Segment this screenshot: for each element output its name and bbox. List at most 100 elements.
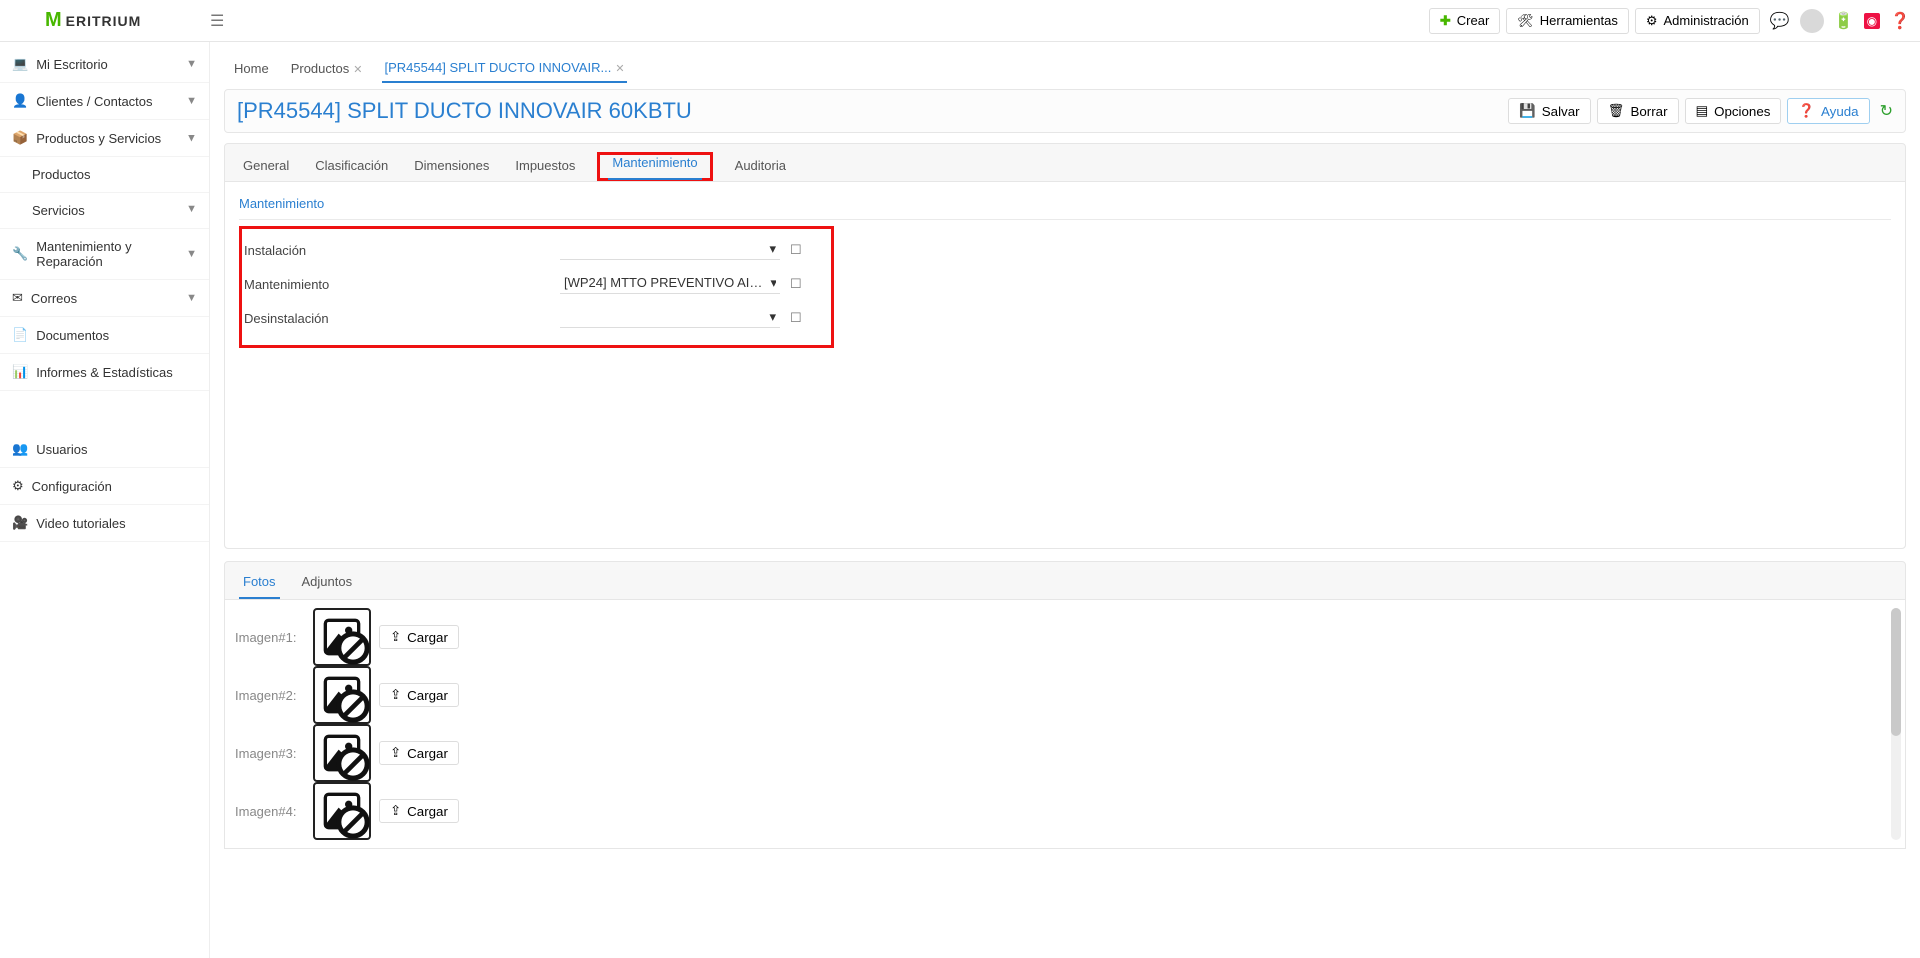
chat-icon[interactable]: 💬 [1770,11,1790,31]
sidebar-item-clients[interactable]: 👤 Clientes / Contactos ▼ [0,83,209,120]
upload-icon: ⇪ [390,687,401,703]
crumb-current[interactable]: [PR45544] SPLIT DUCTO INNOVAIR... ✕ [382,54,626,83]
sidebar-item-maintenance[interactable]: 🔧Mantenimiento y Reparación ▼ [0,229,209,280]
save-icon: 💾 [1519,103,1536,119]
sidebar-item-label: Servicios [32,203,85,218]
field-mantenimiento-select[interactable]: [WP24] MTTO PREVENTIVO AIRES AC▾ [560,275,780,294]
sidebar-item-label: Productos [32,167,91,182]
sidebar-item-documents[interactable]: 📄Documentos [0,317,209,354]
tools-button[interactable]: 🛠 Herramientas [1506,8,1629,34]
logo-icon: M [45,9,62,32]
lookup-icon[interactable]: ☐ [790,242,802,258]
sidebar-item-label: Documentos [36,328,109,343]
contacts-icon: 👤 [12,93,28,109]
help-icon[interactable]: ❓ [1890,11,1910,31]
crumb-productos[interactable]: Productos✕ [289,55,365,82]
breadcrumb: Home Productos✕ [PR45544] SPLIT DUCTO IN… [220,48,1910,83]
chevron-down-icon: ▼ [186,95,197,107]
upload-button[interactable]: ⇪ Cargar [379,799,459,823]
sidebar-item-label: Informes & Estadísticas [36,365,173,380]
crumb-label: [PR45544] SPLIT DUCTO INNOVAIR... [384,60,611,75]
chevron-down-icon: ▼ [186,58,197,70]
avatar[interactable] [1800,9,1824,33]
chevron-down-icon: ▼ [186,248,197,260]
users-icon: 👥 [12,441,28,457]
admin-label: Administración [1663,13,1748,28]
tab-fotos[interactable]: Fotos [239,568,280,599]
tab-general[interactable]: General [239,152,293,181]
create-button[interactable]: ✚ Crear [1429,8,1500,34]
tab-impuestos[interactable]: Impuestos [511,152,579,181]
field-instalacion: Instalación ▾ ☐ [244,233,823,267]
sidebar-item-config[interactable]: ⚙Configuración [0,468,209,505]
battery-icon[interactable]: 🔋 [1834,11,1854,31]
sidebar-item-products-services[interactable]: 📦Productos y Servicios ▲ [0,120,209,157]
field-value: [WP24] MTTO PREVENTIVO AIRES AC [564,275,762,290]
sidebar-item-label: Correos [31,291,77,306]
help-label: Ayuda [1821,104,1859,119]
save-label: Salvar [1542,104,1580,119]
scrollbar[interactable] [1891,608,1901,840]
attachments-tabs: Fotos Adjuntos [225,562,1905,600]
lookup-icon[interactable]: ☐ [790,310,802,326]
forbidden-icon [333,686,373,726]
delete-button[interactable]: 🗑Borrar [1597,98,1679,124]
refresh-icon[interactable]: ↻ [1880,101,1893,121]
tab-mantenimiento[interactable]: Mantenimiento [608,149,701,180]
sidebar-item-video[interactable]: 🎥Video tutoriales [0,505,209,542]
upload-label: Cargar [407,630,448,645]
close-icon[interactable]: ✕ [615,63,624,75]
options-button[interactable]: ▤Opciones [1685,98,1782,124]
tools-label: Herramientas [1540,13,1618,28]
image-label: Imagen#1: [235,630,305,645]
forbidden-icon [333,802,373,842]
image-placeholder [313,666,371,724]
sidebar-item-desktop[interactable]: 💻Mi Escritorio ▼ [0,46,209,83]
tab-dimensiones[interactable]: Dimensiones [410,152,493,181]
sidebar-item-users[interactable]: 👥Usuarios [0,431,209,468]
upload-button[interactable]: ⇪ Cargar [379,683,459,707]
tab-clasificacion[interactable]: Clasificación [311,152,392,181]
crumb-label: Productos [291,61,350,76]
admin-button[interactable]: ⚙ Administración [1635,8,1760,34]
field-desinstalacion-select[interactable]: ▾ [560,309,780,328]
forbidden-icon [333,744,373,784]
brand: M ERITRIUM [10,9,210,32]
image-label: Imagen#4: [235,804,305,819]
title-actions: 💾 Salvar 🗑Borrar ▤Opciones ❓Ayuda ↻ [1508,98,1893,124]
help-button[interactable]: ❓Ayuda [1787,98,1869,124]
image-placeholder [313,608,371,666]
chart-icon: 📊 [12,364,28,380]
sidebar-sub-services[interactable]: Servicios▼ [0,193,209,229]
options-label: Opciones [1714,104,1770,119]
chevron-down-icon: ▼ [186,292,197,304]
image-placeholder [313,782,371,840]
tab-auditoria[interactable]: Auditoria [731,152,790,181]
sidebar-item-reports[interactable]: 📊 Informes & Estadísticas [0,354,209,391]
sidebar-sub-products[interactable]: Productos [0,157,209,193]
close-icon[interactable]: ✕ [353,64,362,76]
field-instalacion-select[interactable]: ▾ [560,241,780,260]
sidebar-item-label: Configuración [32,479,112,494]
attachments-body: Imagen#1: ⇪ Cargar Imagen#2: ⇪ Cargar Im… [225,600,1905,848]
detail-tabs: General Clasificación Dimensiones Impues… [225,144,1905,182]
title-bar: [PR45544] SPLIT DUCTO INNOVAIR 60KBTU 💾S… [224,89,1906,133]
trash-icon: 🗑 [1608,103,1625,119]
notification-icon[interactable]: ◉ [1864,13,1880,29]
sidebar-item-label: Clientes / Contactos [36,94,152,109]
create-label: Crear [1457,13,1490,28]
upload-label: Cargar [407,746,448,761]
scrollbar-thumb[interactable] [1891,608,1901,736]
detail-panel: General Clasificación Dimensiones Impues… [224,143,1906,549]
gear-icon: ⚙ [1646,13,1658,29]
image-label: Imagen#3: [235,746,305,761]
menu-toggle-icon[interactable]: ☰ [210,11,224,31]
sidebar-item-label: Mi Escritorio [36,57,108,72]
tab-adjuntos[interactable]: Adjuntos [298,568,357,599]
upload-button[interactable]: ⇪ Cargar [379,741,459,765]
crumb-home[interactable]: Home [232,55,271,82]
save-button[interactable]: 💾 Salvar [1508,98,1590,124]
sidebar-item-mail[interactable]: ✉Correos ▼ [0,280,209,317]
lookup-icon[interactable]: ☐ [790,276,802,292]
upload-button[interactable]: ⇪ Cargar [379,625,459,649]
